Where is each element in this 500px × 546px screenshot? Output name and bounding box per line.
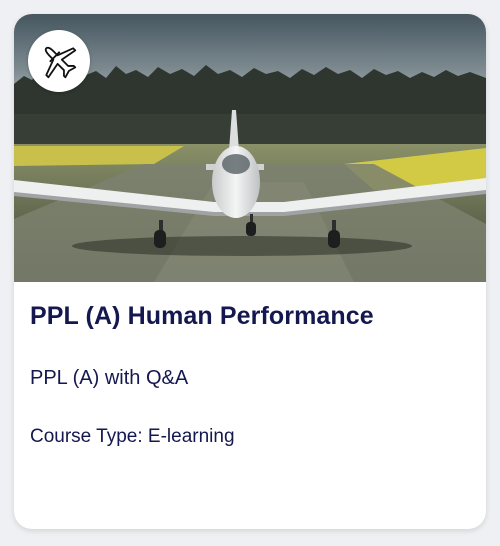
course-subtitle: PPL (A) with Q&A (30, 367, 189, 389)
course-title[interactable]: PPL (A) Human Performance (30, 302, 374, 331)
course-type: Course Type: E-learning (30, 426, 235, 447)
course-image (14, 14, 486, 282)
airplane-icon (44, 46, 77, 79)
course-card[interactable]: PPL (A) Human Performance PPL (A) with Q… (14, 14, 486, 529)
course-card-body: PPL (A) Human Performance PPL (A) with Q… (14, 282, 486, 529)
course-category-badge (28, 30, 90, 92)
